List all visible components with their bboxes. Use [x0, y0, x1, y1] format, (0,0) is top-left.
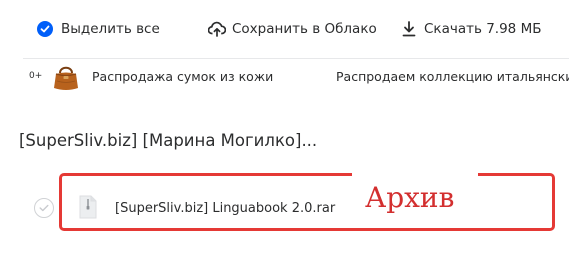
select-all-button[interactable]: Выделить все: [37, 19, 160, 39]
select-all-label: Выделить все: [61, 21, 160, 37]
download-button[interactable]: Скачать 7.98 МБ: [400, 19, 541, 39]
download-label: Скачать 7.98 МБ: [424, 21, 542, 37]
folder-title: [SuperSliv.biz] [Марина Могилко]...: [19, 131, 318, 150]
annotation-label: Архив: [365, 181, 455, 214]
ad-text[interactable]: Распродаем коллекцию итальянских сумок: [336, 69, 569, 84]
check-icon: [39, 204, 49, 212]
age-rating-badge: 0+: [29, 71, 43, 81]
check-circle-icon: [37, 21, 53, 37]
row-checkbox[interactable]: [34, 198, 54, 218]
highlight-frame: [59, 173, 555, 231]
handbag-image: [50, 61, 82, 93]
save-to-cloud-label: Сохранить в Облако: [232, 21, 377, 37]
divider: [23, 58, 569, 59]
toolbar: Выделить все Сохранить в Облако Скачать …: [0, 0, 569, 58]
cloud-upload-icon: [208, 20, 226, 38]
save-to-cloud-button[interactable]: Сохранить в Облако: [208, 19, 377, 39]
download-icon: [400, 20, 418, 38]
ad-title[interactable]: Распродажа сумок из кожи: [92, 69, 273, 84]
